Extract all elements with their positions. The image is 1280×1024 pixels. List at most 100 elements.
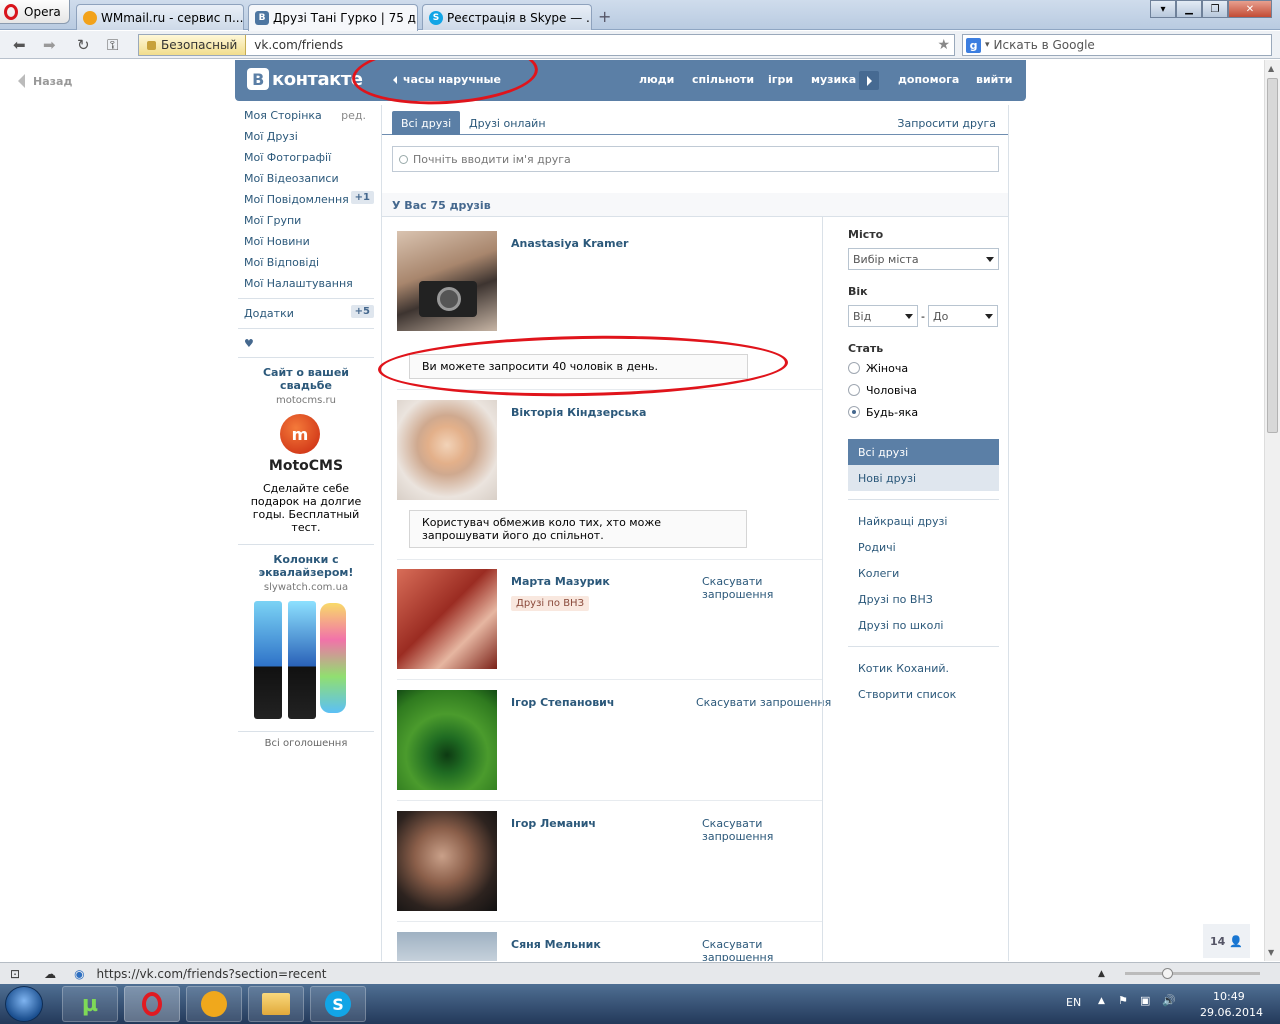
list-best-friends[interactable]: Найкращі друзі <box>848 508 999 534</box>
sidebar-item-messages[interactable]: Мої Повідомлення +1 <box>238 189 374 210</box>
sidebar-item-news[interactable]: Мої Новини <box>238 231 374 252</box>
list-relatives[interactable]: Родичі <box>848 534 999 560</box>
friend-name[interactable]: Сяня Мельник <box>511 938 601 951</box>
utorrent-taskbar-icon[interactable]: µ <box>62 986 118 1022</box>
friend-avatar[interactable] <box>397 932 497 961</box>
friend-name[interactable]: Ігор Степанович <box>511 696 614 709</box>
menu-communities[interactable]: спільноти <box>692 73 754 86</box>
cancel-invite-button[interactable]: Скасувати запрошення <box>702 938 822 961</box>
new-tab-icon[interactable]: + <box>598 7 611 26</box>
heart-icon[interactable]: ♥ <box>238 333 374 353</box>
sidebar-item-videos[interactable]: Мої Відеозаписи <box>238 168 374 189</box>
clock-date[interactable]: 29.06.2014 <box>1200 1006 1263 1019</box>
scrollbar-thumb[interactable] <box>1267 78 1278 433</box>
tab-friends-online[interactable]: Друзі онлайн <box>460 111 555 135</box>
clock-time[interactable]: 10:49 <box>1213 990 1245 1003</box>
sidebar-item-answers[interactable]: Мої Відповіді <box>238 252 374 273</box>
city-select[interactable]: Вибір міста <box>848 248 999 270</box>
back-link[interactable]: Назад <box>18 74 72 88</box>
friend-name[interactable]: Вікторія Кіндзерська <box>511 406 646 419</box>
page-scrollbar[interactable]: ▲ ▼ <box>1264 60 1280 961</box>
friend-name[interactable]: Ігор Леманич <box>511 817 596 830</box>
friend-avatar[interactable] <box>397 400 497 500</box>
zoom-slider[interactable] <box>1125 968 1260 979</box>
sidebar-item-photos[interactable]: Мої Фотографії <box>238 147 374 168</box>
window-close-icon[interactable]: ✕ <box>1228 0 1272 18</box>
list-all-friends[interactable]: Всі друзі <box>848 439 999 465</box>
scroll-down-icon[interactable]: ▼ <box>1268 948 1274 957</box>
network-icon[interactable]: ▣ <box>1140 994 1150 1007</box>
create-list-link[interactable]: Створити список <box>848 681 999 707</box>
edit-link[interactable]: ред. <box>341 109 366 122</box>
bookmark-star-icon[interactable]: ★ <box>937 37 950 53</box>
panel-toggle-icon[interactable]: ⊡ <box>10 967 20 981</box>
vk-logo[interactable]: В контакте <box>247 68 363 90</box>
minimize-icon[interactable]: ▁ <box>1176 0 1202 18</box>
tab-skype[interactable]: S Реєстрація в Skype — ... ✕ <box>422 4 592 30</box>
tab-all-friends[interactable]: Всі друзі <box>392 111 461 135</box>
sidebar-item-groups[interactable]: Мої Групи <box>238 210 374 231</box>
friend-search-input[interactable]: Почніть вводити ім'я друга <box>392 146 999 172</box>
opera-menu-button[interactable]: Opera <box>0 0 70 24</box>
tray-expand-icon[interactable]: ▲ <box>1098 996 1105 1006</box>
menu-logout[interactable]: вийти <box>976 73 1012 86</box>
key-icon[interactable]: ⚿ <box>107 36 118 54</box>
back-arrow-icon[interactable]: ⬅ <box>13 36 26 54</box>
online-friends-counter[interactable]: 14 👤 <box>1203 924 1250 958</box>
list-school[interactable]: Друзі по школі <box>848 612 999 638</box>
menu-people[interactable]: люди <box>639 73 674 86</box>
age-to-select[interactable]: До <box>927 305 998 327</box>
url-text[interactable]: vk.com/friends <box>246 38 343 52</box>
friend-name[interactable]: Марта Мазурик <box>511 575 610 588</box>
cloud-icon[interactable]: ☁ <box>44 967 56 981</box>
reload-icon[interactable]: ↻ <box>77 36 90 54</box>
menu-music[interactable]: музика <box>811 73 856 86</box>
zoom-slider-thumb[interactable] <box>1162 968 1173 979</box>
sex-radio-female[interactable]: Жіноча <box>848 357 999 379</box>
all-ads-link[interactable]: Всі оголошення <box>238 736 374 749</box>
ad-motocms[interactable]: Сайт о вашей свадьбе motocms.ru m MotoCM… <box>238 362 374 534</box>
sex-radio-any[interactable]: Будь-яка <box>848 401 999 423</box>
age-from-select[interactable]: Від <box>848 305 918 327</box>
cancel-invite-button[interactable]: Скасувати запрошення <box>702 575 822 601</box>
address-bar[interactable]: Безопасный vk.com/friends ★ <box>138 34 955 56</box>
friend-name[interactable]: Anastasiya Kramer <box>511 237 628 250</box>
explorer-taskbar-icon[interactable] <box>248 986 304 1022</box>
tab-vk-friends[interactable]: В Друзі Тані Гурко | 75 д... ✕ <box>248 4 418 31</box>
google-search-field[interactable]: g ▾ Искать в Google <box>962 34 1272 56</box>
menu-more-button[interactable] <box>859 71 879 90</box>
sidebar-item-apps[interactable]: Додатки +5 <box>238 303 374 324</box>
cancel-invite-button[interactable]: Скасувати запрошення <box>702 817 822 843</box>
list-colleagues[interactable]: Колеги <box>848 560 999 586</box>
volume-icon[interactable]: 🔊 <box>1162 994 1176 1007</box>
zoom-arrow-icon[interactable]: ▲ <box>1098 969 1105 979</box>
sidebar-item-settings[interactable]: Мої Налаштування <box>238 273 374 294</box>
friend-avatar[interactable] <box>397 690 497 790</box>
scroll-up-icon[interactable]: ▲ <box>1268 64 1274 73</box>
aimp-taskbar-icon[interactable] <box>186 986 242 1022</box>
skype-taskbar-icon[interactable]: S <box>310 986 366 1022</box>
opera-taskbar-icon[interactable] <box>124 986 180 1022</box>
start-button[interactable] <box>5 986 43 1022</box>
cancel-invite-button[interactable]: Скасувати запрошення <box>696 696 836 709</box>
tab-wmmail[interactable]: WMmail.ru - сервис п... ✕ <box>76 4 244 30</box>
restore-icon[interactable]: ❐ <box>1202 0 1228 18</box>
action-center-flag-icon[interactable]: ⚑ <box>1118 994 1128 1007</box>
language-indicator[interactable]: EN <box>1066 996 1081 1009</box>
list-university[interactable]: Друзі по ВНЗ <box>848 586 999 612</box>
list-custom[interactable]: Котик Коханий. <box>848 655 999 681</box>
sidebar-item-my-page[interactable]: Моя Сторінка ред. <box>238 105 374 126</box>
search-engine-dropdown-icon[interactable]: ▾ <box>985 40 990 50</box>
turbo-icon[interactable]: ◉ <box>74 967 84 981</box>
forward-arrow-icon[interactable]: ➡ <box>43 36 56 54</box>
menu-help[interactable]: допомога <box>898 73 959 86</box>
tab-list-icon[interactable]: ▾ <box>1150 0 1176 18</box>
security-badge[interactable]: Безопасный <box>139 35 247 55</box>
friend-avatar[interactable] <box>397 811 497 911</box>
friend-avatar[interactable] <box>397 231 497 331</box>
sex-radio-male[interactable]: Чоловіча <box>848 379 999 401</box>
friend-avatar[interactable] <box>397 569 497 669</box>
list-new-friends[interactable]: Нові друзі <box>848 465 999 491</box>
invite-friend-link[interactable]: Запросити друга <box>897 117 996 130</box>
sidebar-item-friends[interactable]: Мої Друзі <box>238 126 374 147</box>
